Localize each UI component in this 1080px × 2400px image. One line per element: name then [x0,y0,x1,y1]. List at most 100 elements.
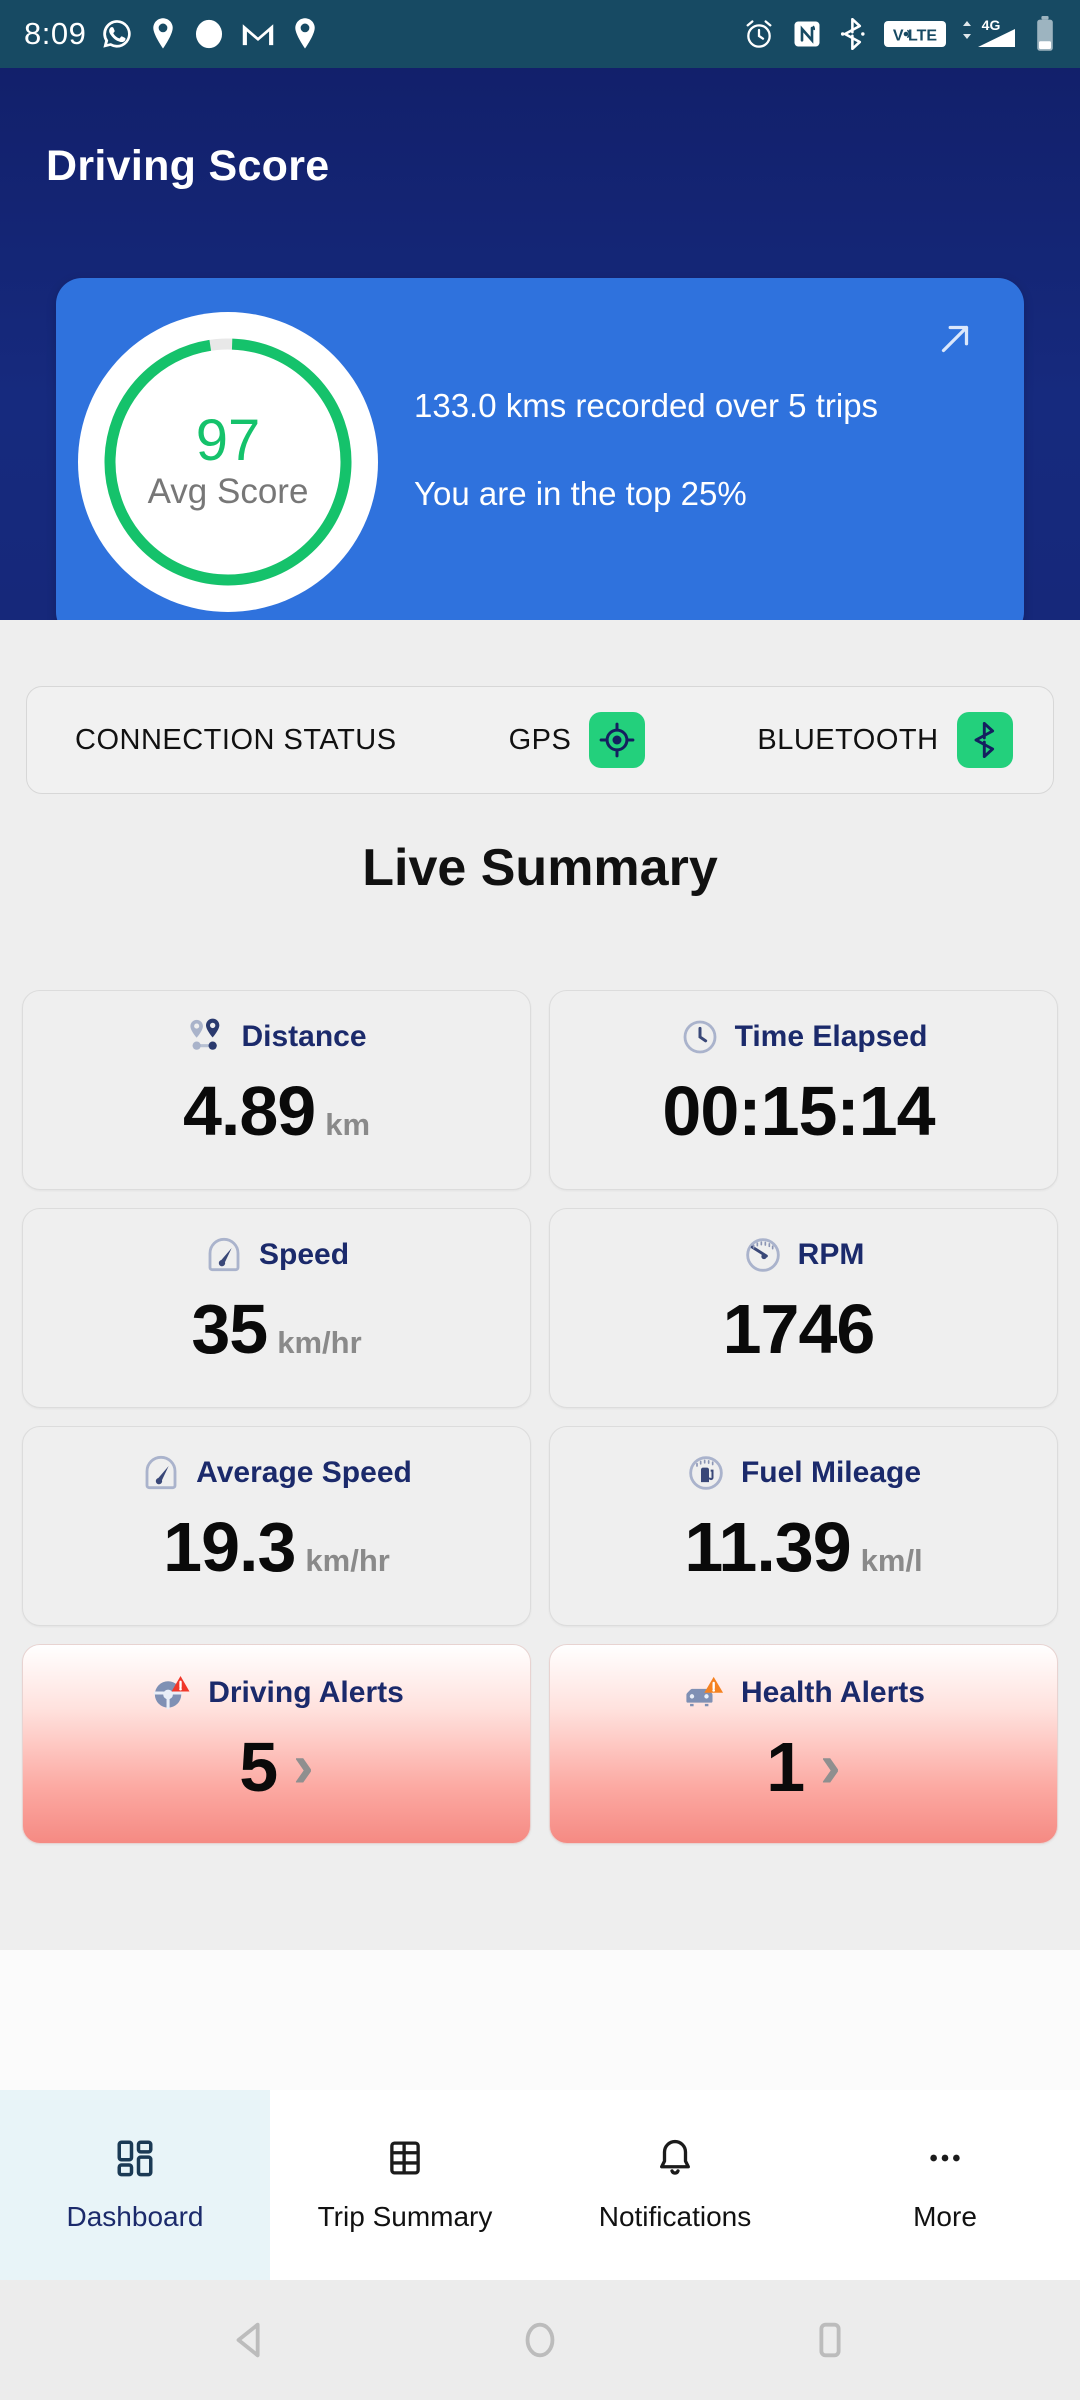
list-table-icon [390,2141,420,2175]
card-value: 00:15:14 [662,1072,935,1150]
alarm-icon [746,20,772,48]
gps-target-icon [599,722,635,758]
bluetooth-status[interactable]: BLUETOOTH [757,712,1013,768]
card-header: Driving Alerts [149,1671,404,1715]
card-header: RPM [743,1235,865,1275]
card-unit: km/l [860,1543,923,1578]
ellipsis-icon [930,2154,960,2162]
volte-icon: V LTE [884,21,946,47]
card-value: 1746 [722,1290,876,1368]
metric-card-distance[interactable]: Distance 4.89 km [22,990,531,1190]
bluetooth-icon [840,18,865,50]
card-unit: km/hr [305,1543,390,1578]
bluetooth-icon [974,722,994,758]
gps-label: GPS [508,723,572,756]
nav-item-more[interactable]: More [810,2090,1080,2280]
card-unit: km [325,1107,371,1142]
gps-badge [589,712,646,768]
speedometer-icon [208,1237,240,1272]
section-title-live-summary: Live Summary [362,839,718,897]
metric-card-health-alerts[interactable]: Health Alerts 1 › [549,1644,1058,1844]
svg-text:4G: 4G [982,17,1001,33]
card-label: Fuel Mileage [740,1456,922,1489]
nav-label: Trip Summary [317,2201,493,2232]
card-header: Average Speed [141,1453,412,1493]
metric-card-fuel-mileage[interactable]: Fuel Mileage 11.39 km/l [549,1426,1058,1626]
android-home-button[interactable] [395,2317,685,2363]
circle-icon [196,19,223,49]
metric-card-average-speed[interactable]: Average Speed 19.3 km/hr [22,1426,531,1626]
chevron-right-icon[interactable]: › [820,1736,841,1797]
status-bar-left: 8:09 [24,16,320,52]
card-unit: km/hr [277,1325,362,1360]
rpm-gauge-icon [745,1238,780,1272]
android-back-button[interactable] [105,2317,395,2363]
main-content: CONNECTION STATUS GPS BLUETOOTH Live Sum… [0,620,1080,1950]
card-value: 4.89 [182,1072,316,1150]
bell-icon [660,2139,690,2175]
card-value: 1 [766,1728,805,1806]
android-recents-button[interactable] [685,2317,975,2363]
card-value-row: 1746 [723,1289,885,1369]
bluetooth-label: BLUETOOTH [757,723,939,756]
app-screen: 8:09 V LTE 4G Driving Score 97 Avg Score… [0,0,1080,2400]
bottom-nav: Dashboard Trip Summary Notifications Mor… [0,2090,1080,2280]
map-pins-icon [190,1018,220,1050]
card-label: Time Elapsed [734,1020,928,1053]
card-value-row: 35 km/hr [191,1289,361,1369]
back-triangle-icon [236,2322,260,2358]
speedometer-icon [145,1455,177,1490]
nav-item-dashboard[interactable]: Dashboard [0,2090,270,2280]
card-header: Speed [204,1235,349,1275]
score-distance-line: 133.0 kms recorded over 5 trips [414,387,879,424]
nav-item-notifications[interactable]: Notifications [540,2090,810,2280]
card-label: Health Alerts [741,1676,925,1709]
arrow-up-right-icon[interactable] [932,316,978,362]
steering-wheel-alert-icon [153,1675,190,1710]
score-rank-line: You are in the top 25% [414,474,747,512]
score-ring: 97 Avg Score [78,312,378,612]
card-header: Distance [186,1017,367,1057]
status-bar: 8:09 V LTE 4G [0,0,1080,68]
bluetooth-badge [956,712,1013,768]
nav-item-trip-summary[interactable]: Trip Summary [270,2090,540,2280]
card-value: 19.3 [163,1508,296,1586]
battery-icon [1037,16,1053,51]
card-value-row: 19.3 km/hr [163,1507,390,1587]
location-pin-icon [295,18,316,49]
page-title: Driving Score [46,142,330,190]
card-label: Driving Alerts [208,1676,404,1709]
gps-status[interactable]: GPS [509,712,646,768]
nav-label: Dashboard [66,2201,204,2232]
clock-icon [683,1020,716,1054]
gmail-icon [243,24,274,46]
metric-card-time-elapsed[interactable]: Time Elapsed 00:15:14 [549,990,1058,1190]
metric-card-speed[interactable]: Speed 35 km/hr [22,1208,531,1408]
card-value-row: 5 › [239,1727,314,1807]
card-value: 35 [191,1290,268,1368]
card-value-row: 11.39 km/l [684,1507,922,1587]
card-header: Health Alerts [682,1671,925,1715]
card-value: 11.39 [684,1508,851,1586]
connection-status-label: CONNECTION STATUS [75,723,397,756]
card-value-row: 4.89 km [183,1071,370,1151]
metric-card-rpm[interactable]: RPM 1746 [549,1208,1058,1408]
score-inner: 97 Avg Score [147,407,309,514]
chevron-right-icon[interactable]: › [293,1736,314,1797]
score-summary-text: 133.0 kms recorded over 5 trips You are … [414,386,878,513]
status-bar-right: V LTE 4G [743,16,1056,52]
driving-score-card[interactable]: 97 Avg Score 133.0 kms recorded over 5 t… [56,278,1024,638]
car-alert-icon [686,1676,724,1707]
score-value: 97 [195,407,261,473]
location-pin-icon [153,18,174,49]
bottom-nav-area: Dashboard Trip Summary Notifications Mor… [0,1950,1080,2280]
score-caption: Avg Score [147,472,309,512]
card-header: Fuel Mileage [686,1453,921,1493]
card-header: Time Elapsed [680,1017,928,1057]
fuel-gauge-icon [689,1456,723,1490]
nav-label: Notifications [598,2201,752,2232]
recents-square-icon [819,2322,841,2358]
android-navigation-bar [0,2280,1080,2400]
card-label: RPM [797,1238,865,1271]
metric-card-driving-alerts[interactable]: Driving Alerts 5 › [22,1644,531,1844]
